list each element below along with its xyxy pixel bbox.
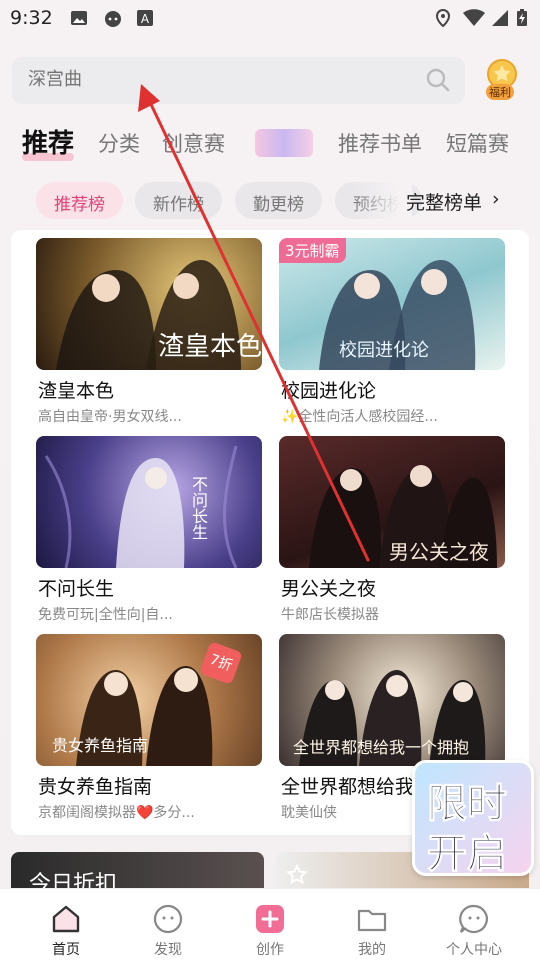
book-desc: 牛郎店长模拟器 (281, 607, 379, 623)
tab-short-contest[interactable]: 短篇赛 (446, 128, 509, 158)
tab-creative-contest[interactable]: 创意赛 (162, 128, 225, 158)
ranking-panel: 渣皇本色 渣皇本色 高自由皇帝·男女双线... 3元制霸 校园进化论 校园进化论… (11, 230, 529, 835)
price-badge: 3元制霸 (279, 238, 346, 263)
bottom-nav: 首页 发现 创作 我的 个人中心 (0, 888, 540, 960)
nav-mine[interactable]: 我的 (331, 889, 411, 960)
nav-home[interactable]: 首页 (25, 889, 105, 960)
book-card[interactable]: 3元制霸 校园进化论 校园进化论 ✨全性向活人感校园经... (279, 238, 505, 425)
book-title[interactable]: 渣皇本色 (38, 376, 114, 403)
book-cover[interactable]: 3元制霸 校园进化论 (279, 238, 505, 370)
discount-today-card[interactable]: 今日折扣 (11, 852, 264, 892)
location-icon (435, 9, 451, 27)
android-icon (105, 11, 121, 27)
image-icon (71, 11, 87, 25)
home-icon (52, 905, 80, 933)
folder-icon (357, 909, 387, 932)
promo-line-2: 开启 (427, 831, 508, 878)
nav-discover[interactable]: 发现 (127, 889, 207, 960)
cover-title: 贵女养鱼指南 (52, 736, 149, 755)
book-cover[interactable]: 渣皇本色 (36, 238, 262, 370)
book-desc: 免费可玩|全性向|自... (38, 607, 173, 623)
book-title[interactable]: 男公关之夜 (281, 574, 376, 601)
book-desc: ✨全性向活人感校园经... (281, 409, 438, 425)
signal-icon (492, 10, 508, 26)
nav-create[interactable]: 创作 (229, 889, 309, 960)
nav-label: 我的 (358, 942, 386, 958)
search-bar[interactable] (12, 57, 465, 104)
cover-title: 校园进化论 (339, 340, 429, 361)
tab-recommend[interactable]: 推荐 (22, 123, 74, 160)
top-tabs: 推荐 分类 创意赛 推荐书单 短篇赛 (0, 120, 540, 166)
chip-recommend-rank[interactable]: 推荐榜 (36, 182, 123, 219)
tab-recommended-lists[interactable]: 推荐书单 (338, 128, 422, 158)
book-title[interactable]: 不问长生 (38, 574, 114, 601)
wifi-icon (463, 9, 485, 26)
cover-title: 全世界都想给我一个拥抱 (293, 738, 470, 757)
cover-title: 不问长生 (189, 476, 208, 540)
font-icon: A (137, 10, 153, 26)
nav-label: 首页 (52, 942, 80, 958)
cover-title: 男公关之夜 (389, 540, 489, 564)
cover-title: 渣皇本色 (158, 332, 262, 362)
book-title[interactable]: 贵女养鱼指南 (38, 772, 152, 799)
status-time: 9:32 (10, 7, 53, 29)
star-icon (286, 864, 308, 885)
status-bar: 9:32 A (0, 0, 540, 36)
chevron-right-icon[interactable]: › (492, 188, 500, 210)
book-card[interactable]: 不问长生 不问长生 免费可玩|全性向|自... (36, 436, 262, 623)
book-cover[interactable]: 全世界都想给我一个拥抱 (279, 634, 505, 766)
profile-icon (459, 904, 488, 934)
search-icon[interactable] (425, 67, 451, 93)
book-cover[interactable]: 不问长生 (36, 436, 262, 568)
nav-label: 创作 (256, 942, 284, 958)
chip-new-rank[interactable]: 新作榜 (135, 182, 222, 219)
book-title[interactable]: 校园进化论 (281, 376, 376, 403)
book-cover[interactable]: 7折 贵女养鱼指南 (36, 634, 262, 766)
welfare-label: 福利 (486, 84, 514, 100)
tab-event-banner[interactable] (255, 129, 313, 157)
book-card[interactable]: 男公关之夜 男公关之夜 牛郎店长模拟器 (279, 436, 505, 623)
book-title[interactable]: 全世界都想给我 (281, 772, 414, 799)
book-card[interactable]: 全世界都想给我一个拥抱 全世界都想给我 耽美仙侠 (279, 634, 505, 821)
discover-icon (153, 904, 183, 934)
tab-category[interactable]: 分类 (98, 128, 140, 158)
cover-art (44, 445, 238, 568)
battery-icon (517, 9, 527, 26)
nav-profile[interactable]: 个人中心 (433, 889, 513, 960)
create-icon (256, 905, 284, 933)
full-list-link[interactable]: 完整榜单 (406, 188, 482, 215)
nav-label: 个人中心 (446, 942, 502, 958)
nav-label: 发现 (154, 942, 182, 958)
limited-time-promo[interactable]: 限时 开启 (412, 760, 534, 878)
search-input[interactable] (28, 69, 388, 90)
book-desc: 耽美仙侠 (281, 805, 337, 821)
book-desc: 京都闺阁模拟器❤️多分... (38, 805, 195, 821)
chip-fade (352, 182, 412, 219)
book-cover[interactable]: 男公关之夜 (279, 436, 505, 568)
chip-update-rank[interactable]: 勤更榜 (235, 182, 322, 219)
book-desc: 高自由皇帝·男女双线... (38, 409, 182, 425)
book-card[interactable]: 7折 贵女养鱼指南 贵女养鱼指南 京都闺阁模拟器❤️多分... (36, 634, 262, 821)
book-card[interactable]: 渣皇本色 渣皇本色 高自由皇帝·男女双线... (36, 238, 262, 425)
svg-text:A: A (141, 12, 150, 26)
